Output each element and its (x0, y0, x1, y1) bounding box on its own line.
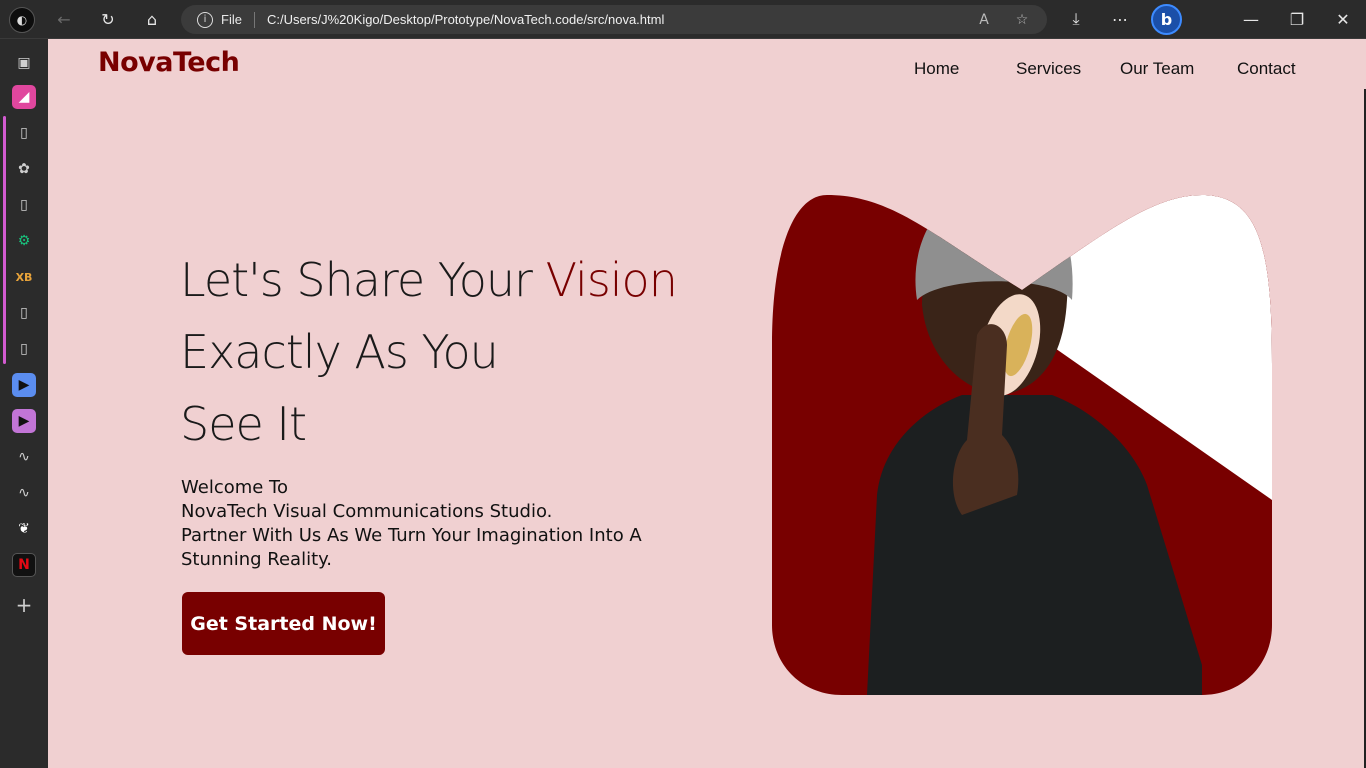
browser-toolbar: ◐ ← ↻ ⌂ i File C:/Users/J%20Kigo/Desktop… (0, 0, 1366, 39)
hero-title-line-2: Exactly As You (180, 325, 499, 379)
wave-icon[interactable]: ∿ (12, 481, 36, 505)
play-icon[interactable]: ▶ (12, 373, 36, 397)
sidebar-group-indicator (3, 116, 6, 364)
url-text[interactable]: C:/Users/J%20Kigo/Desktop/Prototype/Nova… (267, 12, 664, 27)
hero-title-line-3: See It (180, 397, 307, 451)
hero-title-text: Let's Share Your (180, 253, 546, 307)
refresh-icon[interactable]: ↻ (93, 5, 123, 33)
nav-services[interactable]: Services (1016, 59, 1081, 79)
bing-icon[interactable]: b (1151, 4, 1182, 35)
close-icon[interactable]: ✕ (1328, 5, 1358, 33)
minimize-icon[interactable]: — (1236, 5, 1266, 33)
hero-subtitle-line-2: NovaTech Visual Communications Studio. (181, 501, 553, 522)
address-scheme: File (221, 12, 242, 27)
hero-title: Let's Share Your Vision Exactly As You S… (180, 244, 678, 460)
restore-icon[interactable]: ❐ (1282, 5, 1312, 33)
settings-page-icon[interactable]: ▯ (12, 301, 36, 325)
read-aloud-icon[interactable]: A (973, 9, 995, 31)
page-icon[interactable]: ▯ (12, 337, 36, 361)
hero-subtitle: Welcome To NovaTech Visual Communication… (181, 476, 701, 572)
brain-icon[interactable]: ✿ (12, 157, 36, 181)
netflix-icon[interactable]: N (12, 553, 36, 577)
hero-subtitle-line-1: Welcome To (181, 477, 289, 498)
profile-icon[interactable]: ◐ (9, 7, 35, 33)
nav-contact[interactable]: Contact (1237, 59, 1296, 79)
page-icon[interactable]: ▯ (12, 121, 36, 145)
get-started-button[interactable]: Get Started Now! (182, 592, 385, 655)
wave-icon[interactable]: ∿ (12, 445, 36, 469)
hero-image (772, 195, 1272, 695)
more-icon[interactable]: ⋯ (1105, 5, 1135, 33)
leaf-icon[interactable]: ❦ (12, 517, 36, 541)
nav-home[interactable]: Home (914, 59, 959, 79)
home-icon[interactable]: ⌂ (137, 5, 167, 33)
address-divider (253, 11, 255, 28)
app-icon[interactable]: XB (12, 265, 36, 289)
hero-title-line-1: Let's Share Your Vision (180, 244, 678, 316)
play-icon[interactable]: ▶ (12, 409, 36, 433)
address-bar[interactable]: i File C:/Users/J%20Kigo/Desktop/Prototy… (181, 5, 1047, 34)
favorite-icon[interactable]: ☆ (1011, 9, 1033, 31)
tab-actions-icon[interactable]: ▣ (12, 51, 36, 75)
hero-title-accent: Vision (545, 253, 678, 307)
nav-our-team[interactable]: Our Team (1120, 59, 1194, 79)
back-icon[interactable]: ← (49, 5, 79, 33)
chatgpt-icon[interactable]: ⚙ (12, 229, 36, 253)
collections-icon[interactable]: ◢ (12, 85, 36, 109)
add-icon[interactable]: + (12, 593, 36, 617)
page-icon[interactable]: ▯ (12, 193, 36, 217)
web-page: NovaTech Home Services Our Team Contact … (48, 39, 1366, 768)
browser-sidebar: ▣ ◢ ▯ ✿ ▯ ⚙ XB ▯ ▯ ▶ ▶ ∿ ∿ ❦ N + (0, 39, 48, 768)
info-icon[interactable]: i (197, 11, 213, 28)
brand-logo[interactable]: NovaTech (98, 47, 240, 78)
hero-subtitle-line-3: Partner With Us As We Turn Your Imaginat… (181, 525, 642, 570)
download-icon[interactable]: ⤓ (1061, 5, 1091, 33)
